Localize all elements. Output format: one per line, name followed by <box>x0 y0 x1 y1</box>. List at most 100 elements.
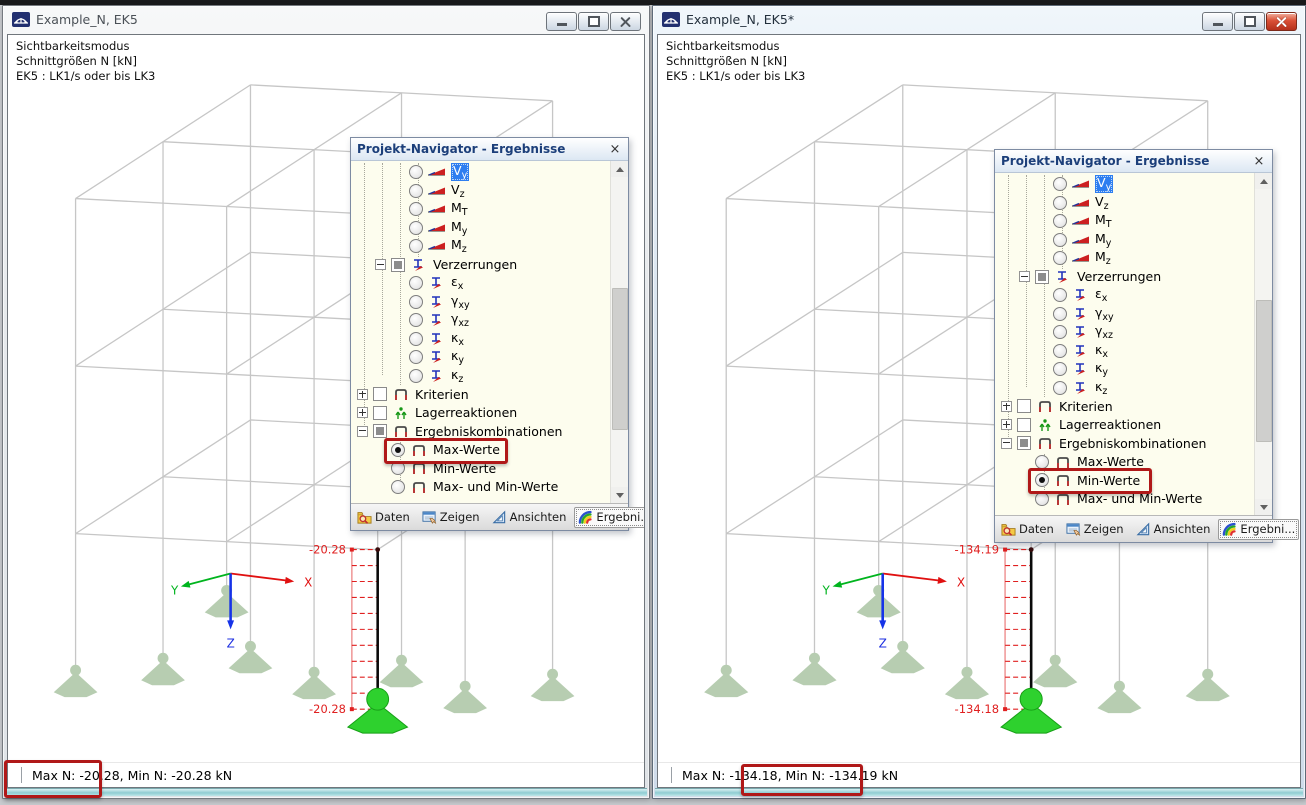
scroll-up-icon[interactable] <box>1255 173 1272 189</box>
tree-item-gamma-xy[interactable]: γxy <box>995 305 1255 324</box>
radio-gamma-xz[interactable] <box>1053 325 1067 340</box>
radio-kappa-x[interactable] <box>409 331 423 346</box>
checkbox-ergebniskombinationen[interactable] <box>373 424 387 439</box>
radio-vy[interactable] <box>1053 177 1067 192</box>
tab-ergebni[interactable]: Ergebni... <box>574 506 644 528</box>
tree-item-kappa-y[interactable]: κy <box>351 348 611 367</box>
radio-max-und-min-werte[interactable] <box>391 479 405 494</box>
scroll-down-icon[interactable] <box>1255 499 1272 515</box>
tab-daten[interactable]: Daten <box>997 519 1058 540</box>
navigator-close-icon[interactable]: × <box>608 142 622 157</box>
tree-item-mt[interactable]: MT <box>995 212 1255 231</box>
radio-mz[interactable] <box>409 239 423 254</box>
expand-icon[interactable] <box>357 388 368 400</box>
tree-item-kappa-z[interactable]: κz <box>995 379 1255 398</box>
tab-ansichten[interactable]: Ansichten <box>488 507 571 528</box>
radio-mt[interactable] <box>1053 214 1067 229</box>
tree-item-gamma-xz[interactable]: γxz <box>351 311 611 330</box>
frame-icon <box>409 480 429 494</box>
minimize-button[interactable] <box>546 12 577 31</box>
titlebar[interactable]: Example_N, EK5* <box>653 6 1305 32</box>
titlebar[interactable]: Example_N, EK5 <box>3 6 649 32</box>
scroll-down-icon[interactable] <box>611 487 628 503</box>
tab-zeigen[interactable]: Zeigen <box>1062 519 1128 540</box>
scroll-thumb[interactable] <box>1256 299 1272 442</box>
collapse-icon[interactable] <box>375 259 386 271</box>
tree-item-kappa-x[interactable]: κx <box>351 330 611 349</box>
minimize-button[interactable] <box>1202 12 1233 31</box>
checkbox-lagerreaktionen[interactable] <box>1017 417 1031 432</box>
radio-my[interactable] <box>1053 232 1067 247</box>
tree-item-kriterien[interactable]: Kriterien <box>351 385 611 404</box>
radio-kappa-x[interactable] <box>1053 343 1067 358</box>
tree-item-lagerreaktionen[interactable]: Lagerreaktionen <box>351 404 611 423</box>
restore-button[interactable] <box>1234 12 1265 31</box>
radio-epsilon-x[interactable] <box>409 276 423 291</box>
scroll-up-icon[interactable] <box>611 161 628 177</box>
tree-item-kappa-x[interactable]: κx <box>995 342 1255 361</box>
radio-max-werte[interactable] <box>1035 454 1049 469</box>
tree-item-my[interactable]: My <box>351 219 611 238</box>
radio-vz[interactable] <box>1053 195 1067 210</box>
tree-item-vz[interactable]: Vz <box>995 194 1255 213</box>
scrollbar[interactable] <box>610 161 628 503</box>
navigator-close-icon[interactable]: × <box>1252 154 1266 169</box>
tree-item-my[interactable]: My <box>995 231 1255 250</box>
tab-daten[interactable]: Daten <box>353 507 414 528</box>
radio-epsilon-x[interactable] <box>1053 288 1067 303</box>
checkbox-ergebniskombinationen[interactable] <box>1017 436 1031 451</box>
collapse-icon[interactable] <box>357 425 368 437</box>
tree-item-vy[interactable]: Vy <box>351 163 611 182</box>
restore-button[interactable] <box>578 12 609 31</box>
checkbox-verzerrungen[interactable] <box>391 257 405 272</box>
radio-kappa-z[interactable] <box>409 368 423 383</box>
radio-kappa-y[interactable] <box>1053 362 1067 377</box>
tree-item-ergebniskombinationen[interactable]: Ergebniskombinationen <box>995 434 1255 453</box>
navigator-header[interactable]: Projekt-Navigator - Ergebnisse × <box>995 150 1272 173</box>
navigator-header[interactable]: Projekt-Navigator - Ergebnisse × <box>351 138 628 161</box>
radio-vz[interactable] <box>409 183 423 198</box>
scrollbar[interactable] <box>1254 173 1272 515</box>
radio-gamma-xz[interactable] <box>409 313 423 328</box>
tree-item-epsilon-x[interactable]: εx <box>995 286 1255 305</box>
tree-item-kriterien[interactable]: Kriterien <box>995 397 1255 416</box>
tree-item-lagerreaktionen[interactable]: Lagerreaktionen <box>995 416 1255 435</box>
tab-zeigen[interactable]: Zeigen <box>418 507 484 528</box>
tree-item-gamma-xz[interactable]: γxz <box>995 323 1255 342</box>
tree-item-verzerrungen[interactable]: Verzerrungen <box>351 256 611 275</box>
tree-item-mz[interactable]: Mz <box>351 237 611 256</box>
tree-item-max-und-min-werte[interactable]: Max- und Min-Werte <box>351 478 611 497</box>
tree-item-mt[interactable]: MT <box>351 200 611 219</box>
tree-item-gamma-xy[interactable]: γxy <box>351 293 611 312</box>
checkbox-kriterien[interactable] <box>373 387 387 402</box>
expand-icon[interactable] <box>1001 400 1012 412</box>
radio-my[interactable] <box>409 220 423 235</box>
tree-item-vz[interactable]: Vz <box>351 182 611 201</box>
tree-item-verzerrungen[interactable]: Verzerrungen <box>995 268 1255 287</box>
tree-item-mz[interactable]: Mz <box>995 249 1255 268</box>
checkbox-kriterien[interactable] <box>1017 399 1031 414</box>
tab-ergebni[interactable]: Ergebni... <box>1218 518 1300 540</box>
radio-gamma-xy[interactable] <box>1053 306 1067 321</box>
collapse-icon[interactable] <box>1019 271 1030 283</box>
radio-vy[interactable] <box>409 165 423 180</box>
radio-gamma-xy[interactable] <box>409 294 423 309</box>
scroll-thumb[interactable] <box>612 287 628 430</box>
radio-mt[interactable] <box>409 202 423 217</box>
view-info: Sichtbarkeitsmodus Schnittgrößen N [kN] … <box>666 39 805 84</box>
tab-ansichten[interactable]: Ansichten <box>1132 519 1215 540</box>
tree-item-kappa-z[interactable]: κz <box>351 367 611 386</box>
tree-item-epsilon-x[interactable]: εx <box>351 274 611 293</box>
radio-kappa-y[interactable] <box>409 350 423 365</box>
radio-kappa-z[interactable] <box>1053 380 1067 395</box>
checkbox-lagerreaktionen[interactable] <box>373 405 387 420</box>
expand-icon[interactable] <box>357 407 368 419</box>
close-button[interactable] <box>1266 12 1297 31</box>
radio-mz[interactable] <box>1053 251 1067 266</box>
expand-icon[interactable] <box>1001 419 1012 431</box>
tree-item-vy[interactable]: Vy <box>995 175 1255 194</box>
close-button[interactable] <box>610 12 641 31</box>
checkbox-verzerrungen[interactable] <box>1035 269 1049 284</box>
tree-item-kappa-y[interactable]: κy <box>995 360 1255 379</box>
collapse-icon[interactable] <box>1001 437 1012 449</box>
